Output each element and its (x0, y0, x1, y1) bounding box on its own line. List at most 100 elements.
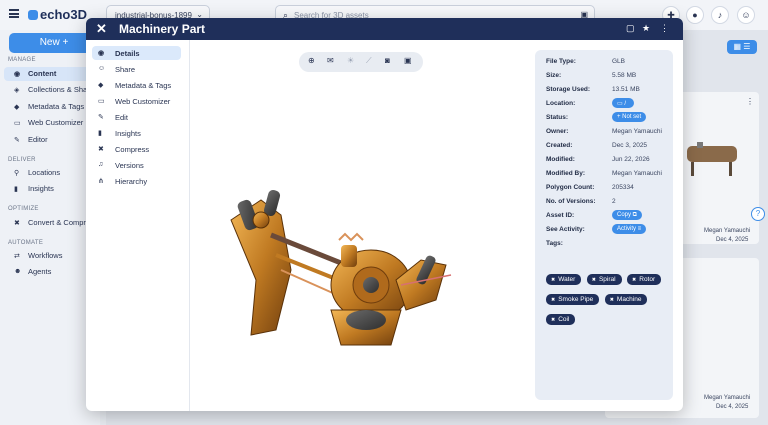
tag-text: Spiral (598, 276, 616, 283)
detail-label: Created: (546, 142, 573, 149)
detail-label: See Activity: (546, 226, 585, 233)
detail-label: Asset ID: (546, 212, 575, 219)
tab-details[interactable]: ◉ Details (92, 46, 181, 60)
detail-modified: Modified: Jun 22, 2026 (546, 156, 671, 163)
status-pill[interactable]: + Not set (612, 112, 647, 122)
bell-icon[interactable]: ♪ (711, 6, 729, 24)
tab-compress[interactable]: ✖ Compress (92, 142, 181, 156)
logo[interactable]: echo3D (28, 7, 87, 22)
asset-details-modal: ✕ Machinery Part ▢ ★ ⋮ ◉ Details ☺ Share ◆… (86, 18, 683, 411)
tag-x-icon[interactable]: ✖ (551, 317, 555, 323)
logo-text: echo3D (40, 7, 87, 22)
tag-icon: ◆ (98, 82, 104, 89)
vr-icon: ▭ (14, 120, 21, 127)
detail-label: Owner: (546, 128, 569, 135)
tag-chip[interactable]: ✖ Machine (604, 294, 648, 305)
location-pin-icon[interactable]: ▭ / (612, 98, 634, 108)
close-icon[interactable]: ✕ (96, 21, 107, 37)
sidebar-item-label: Insights (28, 184, 54, 193)
tag-chip[interactable]: ✖ Smoke Pipe (546, 294, 600, 305)
versions-icon: ♫ (98, 161, 104, 168)
tags-list: ✖ Water ✖ Spiral ✖ Rotor ✖ Smoke Pipe ✖ Machi… (546, 268, 664, 328)
globe-icon: ◉ (98, 50, 105, 57)
tag-x-icon[interactable]: ✖ (632, 277, 636, 283)
sidebar: New + MANAGE ◉ Content ◈ Collections & Sha… (0, 30, 100, 425)
tag-chip[interactable]: ✖ Water (546, 274, 582, 285)
detail-created: Created: Dec 3, 2025 (546, 142, 671, 149)
ruler-icon[interactable]: ⟋ (366, 56, 372, 66)
tag-chip[interactable]: ✖ Rotor (627, 274, 662, 285)
machinery-model (230, 190, 452, 346)
vr-icon: ▭ (98, 98, 105, 105)
tag-chip[interactable]: ✖ Coil (546, 314, 576, 325)
tag-x-icon[interactable]: ✖ (551, 277, 555, 283)
modal-title: Machinery Part (119, 22, 206, 36)
detail-versions: No. of Versions: 2 (546, 198, 671, 205)
target-icon[interactable]: ⊕ (308, 56, 315, 65)
sidebar-item-label: Metadata & Tags (28, 102, 85, 111)
tab-hierarchy[interactable]: ⋔ Hierarchy (92, 174, 181, 188)
tags-label: Tags: (546, 240, 563, 247)
copy-button[interactable]: Copy ⧉ (612, 210, 642, 220)
detail-label: Status: (546, 114, 569, 121)
tag-chip[interactable]: ✖ Spiral (586, 274, 622, 285)
section-label-deliver: DELIVER (8, 157, 36, 163)
sidebar-item-label: Editor (28, 135, 48, 144)
detail-value: Jun 22, 2026 (612, 156, 650, 163)
comment-icon[interactable]: ▢ (626, 23, 635, 34)
detail-value: GLB (612, 58, 626, 65)
detail-value: Megan Yamauchi (612, 128, 662, 135)
tag-x-icon[interactable]: ✖ (592, 277, 596, 283)
tab-insights[interactable]: ▮ Insights (92, 126, 181, 140)
detail-activity: See Activity: Activity ≡ (546, 224, 671, 234)
detail-label: Modified: (546, 156, 575, 163)
user-plus-icon: ☺ (98, 65, 106, 72)
tag-x-icon[interactable]: ✖ (551, 297, 555, 303)
details-panel: File Type: GLB Size: 5.58 MB Storage Used:… (535, 50, 673, 400)
help-icon[interactable]: ? (751, 207, 765, 221)
sidebar-item-label: Agents (28, 267, 52, 276)
camera-icon[interactable]: ◙ (385, 56, 390, 65)
bar-chart-icon: ▮ (98, 130, 102, 137)
model-viewer[interactable]: ⊕ ✉ ☀ ⟋ ◙ ▣ (191, 40, 534, 411)
grid-view-toggle[interactable]: ▦ ☰ (727, 40, 757, 54)
tab-web-customizer[interactable]: ▭ Web Customizer (92, 94, 181, 108)
tag-x-icon[interactable]: ✖ (610, 297, 614, 303)
hierarchy-icon: ⋔ (98, 178, 104, 185)
tab-edit[interactable]: ✎ Edit (92, 110, 181, 124)
section-label-manage: MANAGE (8, 57, 36, 63)
card-owner: Megan Yamauchi (704, 228, 751, 234)
pen-icon: ✎ (14, 137, 20, 144)
more-icon[interactable]: ⋮ (660, 23, 669, 34)
tab-label: Insights (115, 129, 141, 138)
card-owner: Megan Yamauchi (704, 395, 751, 401)
pen-icon: ✎ (98, 114, 104, 121)
drop-icon[interactable]: ● (686, 6, 704, 24)
detail-storage: Storage Used: 13.51 MB (546, 86, 671, 93)
card-menu-icon[interactable]: ⋮ (746, 97, 754, 106)
modal-nav: ◉ Details ☺ Share ◆ Metadata & Tags ▭ Web Cu… (86, 40, 190, 411)
tab-share[interactable]: ☺ Share (92, 62, 181, 76)
copy-label: Copy (617, 211, 632, 218)
menu-icon[interactable] (9, 9, 19, 18)
image-icon[interactable]: ▣ (404, 56, 412, 65)
tag-icon: ◆ (14, 104, 20, 111)
detail-value: 13.51 MB (612, 86, 640, 93)
tab-label: Web Customizer (115, 97, 171, 106)
tab-label: Compress (115, 145, 150, 154)
detail-value: Megan Yamauchi (612, 170, 662, 177)
tags-label-row: Tags: (546, 240, 671, 247)
cube-icon: ◉ (14, 71, 21, 78)
light-icon[interactable]: ☀ (347, 56, 354, 65)
tab-metadata[interactable]: ◆ Metadata & Tags (92, 78, 181, 92)
tab-versions[interactable]: ♫ Versions (92, 158, 181, 172)
activity-button[interactable]: Activity ≡ (612, 224, 647, 234)
chat-icon[interactable]: ✉ (327, 56, 334, 65)
share-icon: ◈ (14, 87, 20, 94)
card-date: Dec 4, 2025 (716, 404, 749, 410)
detail-value: 205334 (612, 184, 634, 191)
account-icon[interactable]: ☺ (737, 6, 755, 24)
detail-label: No. of Versions: (546, 198, 596, 205)
star-icon[interactable]: ★ (642, 23, 650, 34)
flow-icon: ⇄ (14, 253, 20, 260)
